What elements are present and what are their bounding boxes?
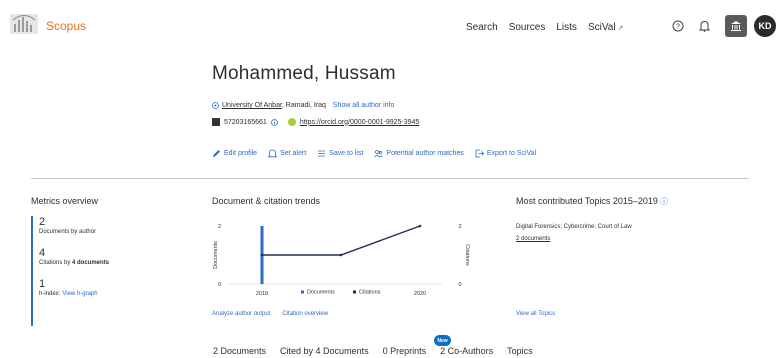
brand-name[interactable]: Scopus [46, 19, 86, 33]
citations-label-docs: 4 documents [72, 260, 110, 266]
export-to-scival-label: Export to SciVal [486, 150, 537, 157]
set-alert-button[interactable]: Set alert [268, 149, 306, 158]
documents-count: 2 [39, 216, 46, 228]
orcid-icon [287, 118, 296, 126]
export-to-scival-button[interactable]: Export to SciVal [475, 149, 536, 158]
trends-title: Document & citation trends [212, 196, 321, 206]
legend-citations-label: Citations [359, 290, 381, 296]
list-icon [318, 150, 326, 157]
external-link-icon: ↗ [617, 25, 624, 32]
analyze-author-output-link[interactable]: Analyze author output [212, 311, 270, 317]
citation-overview-link[interactable]: Citation overview [282, 311, 328, 317]
profile-tabs: 2 Documents Cited by 4 Documents 0 Prepr… [213, 346, 533, 356]
y2-tick-label: 2 [458, 224, 461, 230]
x-tick-label: 2018 [256, 291, 268, 297]
avatar[interactable]: KD [754, 15, 776, 37]
scopus-author-id: 57203165661 [224, 118, 267, 126]
metrics-overview-title: Metrics overview [31, 196, 99, 206]
nav-scival[interactable]: SciVal ↗ [588, 22, 623, 33]
svg-text:?: ? [676, 24, 680, 31]
legend-documents-swatch [301, 290, 304, 294]
y2-axis-label: Citations [464, 244, 470, 266]
pencil-icon [213, 150, 220, 157]
y-axis-label: Documents [213, 241, 219, 269]
info-icon[interactable] [270, 118, 278, 126]
view-all-topics-link[interactable]: View all Topics [516, 311, 555, 317]
documents-count-label: Documents by author [39, 229, 97, 235]
edit-profile-button[interactable]: Edit profile [212, 149, 257, 158]
metrics-panel: 2 Documents by author 4 Citations by 4 d… [31, 216, 151, 326]
tab-co-authors[interactable]: 2 Co-Authors [440, 346, 493, 356]
topic-documents-link[interactable]: 2 documents [516, 236, 550, 242]
section-divider [31, 178, 749, 179]
tab-documents[interactable]: 2 Documents [213, 346, 266, 356]
nav-sources[interactable]: Sources [509, 22, 546, 33]
export-icon [475, 149, 484, 158]
citations-line [262, 225, 421, 256]
citations-count-label: Citations by 4 documents [39, 259, 151, 268]
institution-icon[interactable] [725, 15, 747, 37]
tab-preprints[interactable]: 0 Preprints [383, 346, 427, 356]
top-nav: Search Sources Lists SciVal ↗ [466, 22, 623, 33]
h-index-value: 1 [39, 278, 46, 290]
citations-count: 4 [39, 247, 46, 259]
set-alert-label: Set alert [280, 150, 307, 157]
legend-documents-label: Documents [307, 290, 335, 296]
topics-title-row: Most contributed Topics 2015–2019 ⓘ [516, 196, 668, 207]
y-tick-label: 0 [218, 282, 221, 288]
nav-lists[interactable]: Lists [556, 22, 577, 33]
scopus-id-icon [212, 118, 220, 126]
citations-label-prefix: Citations by [39, 260, 73, 266]
help-icon[interactable]: ? [668, 16, 688, 36]
y-tick-label: 2 [218, 224, 221, 230]
nav-scival-label: SciVal [587, 22, 616, 33]
save-to-list-label: Save to list [329, 150, 364, 157]
trend-links: Analyze author output Citation overview [212, 311, 328, 317]
view-h-graph-link[interactable]: View h-graph [62, 291, 97, 297]
x-tick-label: 2020 [414, 291, 426, 297]
tab-topics[interactable]: Topics [507, 346, 533, 356]
orcid-link[interactable]: https://orcid.org/0000-0001-9925-3945 [300, 119, 419, 126]
nav-search[interactable]: Search [466, 22, 498, 33]
info-icon[interactable]: ⓘ [660, 197, 668, 206]
chart-marks: 0 2 0 2 Documents Citations 2018 2020 Documents C… [213, 224, 470, 297]
h-index-label-row: h-index: View h-graph [39, 290, 151, 299]
potential-author-matches-button[interactable]: Potential author matches [374, 149, 464, 158]
citations-point [418, 224, 422, 228]
author-affiliation: University Of Anbar, Ramadi, Iraq Show a… [212, 102, 394, 109]
author-actions: Edit profile Set alert Save to list Pote… [212, 149, 536, 158]
show-all-author-info-link[interactable]: Show all author info [333, 102, 394, 109]
topics-title: Most contributed Topics 2015–2019 [516, 196, 658, 206]
affiliation-location: , Ramadi, Iraq [281, 102, 326, 109]
tab-cited-by[interactable]: Cited by 4 Documents [280, 346, 369, 356]
potential-author-matches-label: Potential author matches [386, 150, 464, 157]
author-name: Mohammed, Hussam [212, 63, 396, 84]
legend-citations-swatch [353, 290, 356, 294]
bell-icon[interactable] [694, 16, 714, 36]
new-badge: New [434, 335, 451, 346]
citations-point [339, 253, 343, 257]
top-header: Scopus Search Sources Lists SciVal ↗ ? KD [0, 0, 778, 54]
affiliation-link[interactable]: University Of Anbar [222, 102, 282, 109]
citations-point [260, 253, 264, 257]
topic-name: Digital Forensics; Cybercrime; Court of … [516, 224, 632, 230]
elsevier-logo-icon[interactable] [9, 12, 39, 36]
h-index-label: h-index: [39, 291, 61, 297]
edit-profile-label: Edit profile [224, 150, 258, 157]
location-icon [212, 102, 219, 109]
y2-tick-label: 0 [458, 282, 461, 288]
save-to-list-button[interactable]: Save to list [317, 149, 363, 158]
bell-icon [268, 149, 278, 158]
people-icon [374, 150, 384, 158]
author-identifiers: 57203165661 https://orcid.org/0000-0001-… [212, 118, 419, 126]
document-citation-trend-chart: 0 2 0 2 Documents Citations 2018 2020 Documents C… [213, 224, 470, 297]
